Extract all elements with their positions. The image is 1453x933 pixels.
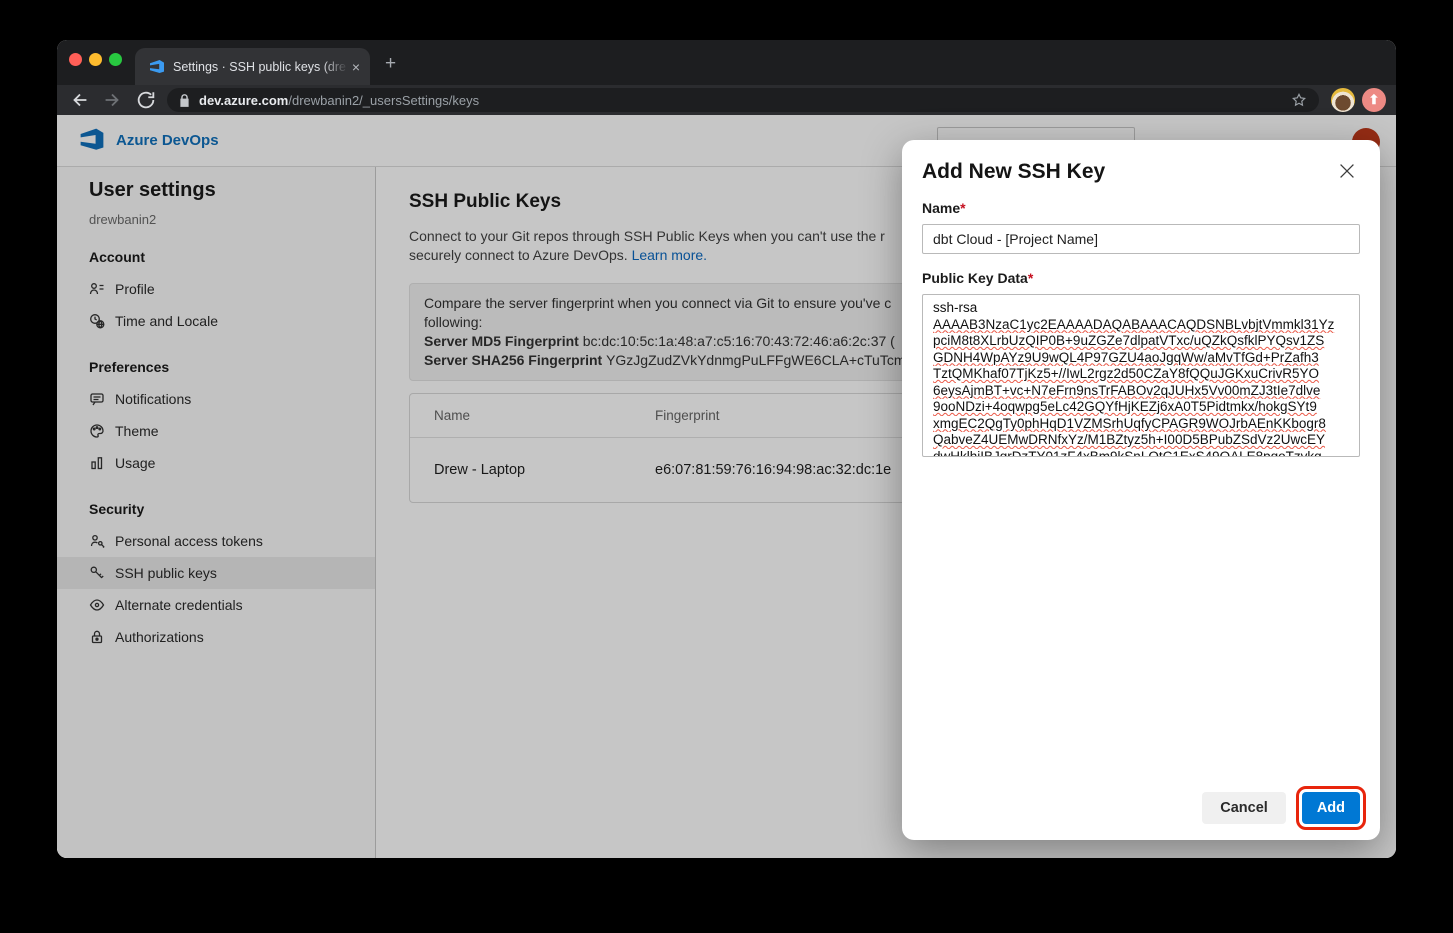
cancel-button[interactable]: Cancel (1202, 792, 1286, 824)
back-icon[interactable] (69, 89, 91, 111)
tab-title-fade (322, 60, 348, 74)
close-icon[interactable] (1336, 160, 1358, 182)
name-field-label: Name* (922, 200, 1360, 216)
screenshot-canvas: Settings · SSH public keys (dre × + dev.… (0, 0, 1453, 933)
browser-update-icon[interactable]: ⬆ (1362, 88, 1386, 112)
name-input[interactable] (922, 224, 1360, 254)
browser-tab-active[interactable]: Settings · SSH public keys (dre × (135, 48, 370, 85)
browser-toolbar: dev.azure.com/drewbanin2/_usersSettings/… (57, 85, 1396, 115)
modal-footer: Cancel Add (1202, 792, 1360, 824)
forward-icon[interactable] (101, 89, 123, 111)
window-minimize-button[interactable] (89, 53, 102, 66)
reload-icon[interactable] (135, 89, 157, 111)
window-close-button[interactable] (69, 53, 82, 66)
new-tab-button[interactable]: + (385, 54, 396, 73)
add-button[interactable]: Add (1302, 792, 1360, 824)
key-line: AAAAB3NzaC1yc2EAAAADAQABAAACAQDSNBLvbjtV… (933, 317, 1349, 334)
tab-close-icon[interactable]: × (352, 60, 360, 74)
url-text: dev.azure.com/drewbanin2/_usersSettings/… (199, 93, 479, 108)
key-line: TztQMKhaf07TjKz5+//IwL2rgz2d50CZaY8fQQuJ… (933, 366, 1349, 383)
browser-window: Settings · SSH public keys (dre × + dev.… (57, 40, 1396, 858)
key-line: QabveZ4UEMwDRNfxYz/M1BZtyz5h+I00D5BPubZS… (933, 432, 1349, 449)
required-asterisk: * (960, 200, 965, 216)
modal-title: Add New SSH Key (922, 160, 1360, 184)
public-key-textarea[interactable]: ssh-rsa AAAAB3NzaC1yc2EAAAADAQABAAACAQDS… (922, 294, 1360, 457)
browser-tab-strip: Settings · SSH public keys (dre × + (57, 40, 1396, 85)
add-ssh-key-modal: Add New SSH Key Name* Public Key Data* s… (902, 140, 1380, 840)
url-bar[interactable]: dev.azure.com/drewbanin2/_usersSettings/… (167, 88, 1319, 112)
lock-icon (179, 94, 190, 107)
key-line: pciM8t8XLrbUzQIP0B+9uZGZe7dlpatVTxc/uQZk… (933, 333, 1349, 350)
public-key-field-label: Public Key Data* (922, 270, 1360, 286)
tab-title: Settings · SSH public keys (dre (173, 60, 348, 74)
key-line: GDNH4WpAYz9U9wQL4P97GZU4aoJgqWw/aMvTfGd+… (933, 350, 1349, 367)
browser-profile-avatar[interactable] (1331, 88, 1355, 112)
key-line: xmgEC2QgTy0phHqD1VZMSrhUqfyCPAGR9WOJrbAE… (933, 416, 1349, 433)
window-zoom-button[interactable] (109, 53, 122, 66)
key-line: dwHklhjIBJqrDzTY01zF4xBm9kSnLQtC1ExS49QA… (933, 449, 1349, 458)
bookmark-star-icon[interactable] (1291, 92, 1307, 108)
key-line: 6eysAjmBT+vc+N7eFrn9nsTrFABOv2qJUHx5Vv00… (933, 383, 1349, 400)
azure-devops-favicon (149, 59, 165, 75)
required-asterisk: * (1028, 270, 1033, 286)
key-line: 9ooNDzi+4oqwpg5eLc42GQYfHjKEZj6xA0T5Pidt… (933, 399, 1349, 416)
key-line: ssh-rsa (933, 300, 1349, 317)
